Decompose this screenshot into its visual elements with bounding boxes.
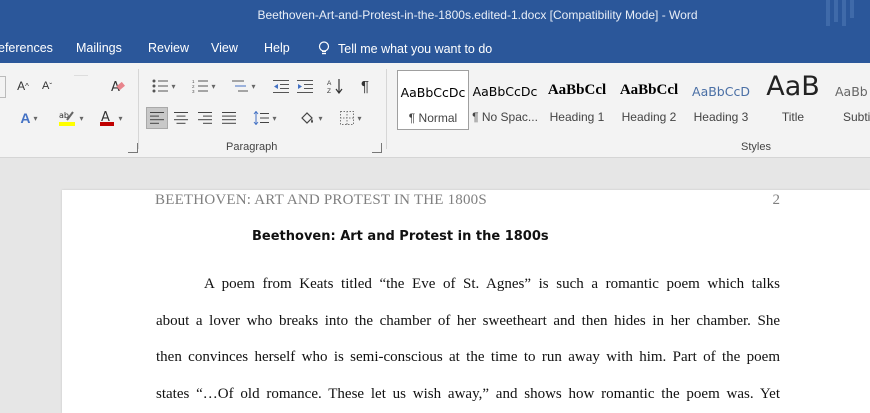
paragraph-group-label: Paragraph [226, 141, 278, 153]
tab-mailings[interactable]: Mailings [76, 41, 122, 55]
separator [74, 75, 88, 76]
justify-button[interactable] [218, 107, 240, 129]
group-separator [386, 69, 387, 149]
title-bar: Beethoven-Art-and-Protest-in-the-1800s.e… [0, 0, 870, 34]
align-center-button[interactable] [170, 107, 192, 129]
style-preview: AaBbCcl [547, 82, 607, 98]
body-line: then convinces herself who is semi-consc… [156, 349, 780, 365]
style-preview: AaBb [835, 84, 868, 99]
text-effects-button[interactable]: A ▾ [14, 107, 44, 129]
body-line: about a lover who breaks into the chambe… [156, 313, 780, 329]
ribbon-tabs: eferences Mailings Review View Help Tell… [0, 34, 870, 63]
body-line: states “…Of old romance. These let us wi… [156, 386, 780, 402]
paragraph-dialog-launcher[interactable] [372, 143, 382, 153]
style-name: ¶ Normal [408, 111, 458, 125]
running-head: BEETHOVEN: ART AND PROTEST IN THE 1800S [155, 192, 487, 208]
lightbulb-icon [318, 41, 330, 55]
styles-group-label: Styles [741, 141, 771, 153]
font-size-box[interactable] [0, 76, 6, 98]
shrink-font-icon[interactable]: Aˇ [36, 75, 58, 97]
style-name: Title [781, 110, 805, 124]
tab-view[interactable]: View [211, 41, 238, 55]
font-dialog-launcher[interactable] [128, 143, 138, 153]
increase-indent-icon[interactable] [294, 75, 316, 97]
borders-button[interactable]: ▾ [334, 107, 368, 129]
style-preview: AaBbCcDc [400, 85, 466, 100]
style-subtitle[interactable]: AaBb Subti [829, 70, 870, 130]
page-number: 2 [772, 192, 781, 208]
clear-formatting-icon[interactable]: A [106, 75, 128, 97]
style-heading-3[interactable]: AaBbCcD Heading 3 [685, 70, 757, 130]
align-left-button[interactable] [146, 107, 168, 129]
word-logo-watermark-icon [826, 0, 854, 26]
style-preview: AaBbCcDc [472, 84, 538, 99]
style-name: Subti [843, 110, 870, 124]
style-preview: AaB [766, 71, 820, 102]
body-line: A poem from Keats titled “the Eve of St.… [204, 276, 780, 292]
svg-text:3: 3 [192, 89, 195, 93]
bullets-button[interactable]: ▾ [146, 75, 182, 97]
style-name: Heading 2 [621, 110, 677, 124]
group-separator [138, 69, 139, 149]
style-heading-2[interactable]: AaBbCcl Heading 2 [613, 70, 685, 130]
style-title[interactable]: AaB Title [757, 70, 829, 130]
style-preview: AaBbCcl [619, 82, 679, 98]
multilevel-list-button[interactable]: ▾ [226, 75, 262, 97]
tab-references[interactable]: eferences [0, 41, 53, 55]
style-name: ¶ No Spac... [472, 110, 538, 124]
grow-font-icon[interactable]: A ^ [12, 75, 34, 97]
numbering-button[interactable]: 1 2 3 ▾ [186, 75, 222, 97]
tell-me-label: Tell me what you want to do [338, 41, 493, 56]
style-name: Heading 1 [549, 110, 605, 124]
align-right-button[interactable] [194, 107, 216, 129]
ribbon-home: A ^ Aˇ A A ▾ ab ▾ A ▾ ▾ 1 2 3 ▾ ▾ AZ ¶ ▾… [0, 63, 870, 158]
style-name: Heading 3 [693, 110, 749, 124]
window-title: Beethoven-Art-and-Protest-in-the-1800s.e… [257, 8, 698, 22]
style-normal[interactable]: AaBbCcDc ¶ Normal [397, 70, 469, 130]
highlight-color-button[interactable]: ab ▾ [52, 107, 90, 129]
svg-text:Z: Z [327, 88, 331, 94]
styles-gallery: AaBbCcDc ¶ Normal AaBbCcDc ¶ No Spac... … [397, 70, 870, 132]
document-title: Beethoven: Art and Protest in the 1800s [252, 229, 549, 244]
svg-text:A: A [327, 80, 332, 87]
tab-review[interactable]: Review [148, 41, 189, 55]
sort-icon[interactable]: AZ [324, 75, 346, 97]
line-spacing-button[interactable]: ▾ [248, 107, 282, 129]
shading-button[interactable]: ▾ [294, 107, 328, 129]
style-no-spacing[interactable]: AaBbCcDc ¶ No Spac... [469, 70, 541, 130]
document-page[interactable]: BEETHOVEN: ART AND PROTEST IN THE 1800S … [62, 190, 870, 413]
show-formatting-marks-icon[interactable]: ¶ [354, 75, 376, 97]
style-heading-1[interactable]: AaBbCcl Heading 1 [541, 70, 613, 130]
style-preview: AaBbCcD [692, 84, 750, 99]
tell-me-search[interactable]: Tell me what you want to do [318, 41, 492, 56]
font-color-button[interactable]: A ▾ [94, 107, 128, 129]
decrease-indent-icon[interactable] [270, 75, 292, 97]
tab-help[interactable]: Help [264, 41, 290, 55]
document-canvas[interactable]: BEETHOVEN: ART AND PROTEST IN THE 1800S … [0, 158, 870, 413]
